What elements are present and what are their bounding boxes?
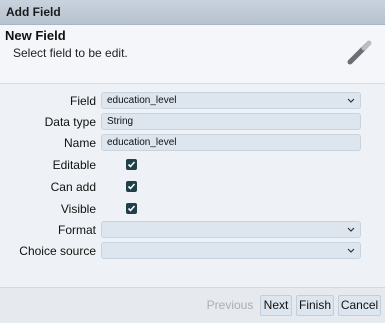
choice-source-select[interactable] xyxy=(101,242,361,259)
check-icon xyxy=(127,183,136,190)
data-type-field[interactable]: String xyxy=(101,113,361,130)
editable-label: Editable xyxy=(52,158,96,172)
check-icon xyxy=(127,205,136,212)
visible-checkbox[interactable] xyxy=(126,203,137,214)
name-label: Name xyxy=(63,136,96,150)
editable-checkbox[interactable] xyxy=(126,159,137,170)
can-add-label: Can add xyxy=(50,180,96,194)
name-input[interactable]: education_level xyxy=(101,134,361,151)
field-select[interactable]: education_level xyxy=(101,92,361,109)
name-value: education_level xyxy=(107,137,177,148)
add-field-dialog: Add Field New Field Select field to be e… xyxy=(0,0,385,323)
format-select[interactable] xyxy=(101,221,361,238)
header-title: New Field xyxy=(5,28,66,43)
editable-row: Editable xyxy=(0,156,385,174)
format-label: Format xyxy=(57,223,96,237)
chevron-down-icon xyxy=(347,248,355,253)
magic-wand-icon xyxy=(347,40,372,65)
previous-button[interactable]: Previous xyxy=(204,295,256,316)
choice-source-row: Choice source xyxy=(0,242,385,260)
chevron-down-icon xyxy=(347,227,355,232)
field-row: Field education_level xyxy=(0,92,385,110)
data-type-row: Data type String xyxy=(0,113,385,131)
header-subtitle: Select field to be edit. xyxy=(13,46,128,60)
window-title: Add Field xyxy=(6,5,61,19)
check-icon xyxy=(127,161,136,168)
visible-row: Visible xyxy=(0,200,385,218)
dialog-footer: Previous Next Finish Cancel xyxy=(0,287,385,323)
name-row: Name education_level xyxy=(0,134,385,152)
format-row: Format xyxy=(0,221,385,239)
choice-source-label: Choice source xyxy=(19,244,96,258)
data-type-label: Data type xyxy=(44,115,96,129)
title-bar: Add Field xyxy=(0,0,385,25)
dialog-header: New Field Select field to be edit. xyxy=(0,25,385,84)
visible-label: Visible xyxy=(60,202,96,216)
field-select-value: education_level xyxy=(107,95,177,106)
next-button[interactable]: Next xyxy=(260,295,292,316)
finish-button[interactable]: Finish xyxy=(296,295,334,316)
chevron-down-icon xyxy=(347,98,355,103)
cancel-button[interactable]: Cancel xyxy=(338,295,381,316)
data-type-value: String xyxy=(107,116,134,127)
can-add-checkbox[interactable] xyxy=(126,181,137,192)
can-add-row: Can add xyxy=(0,178,385,196)
field-form: Field education_level Data type String N… xyxy=(0,84,385,286)
field-label: Field xyxy=(69,94,96,108)
